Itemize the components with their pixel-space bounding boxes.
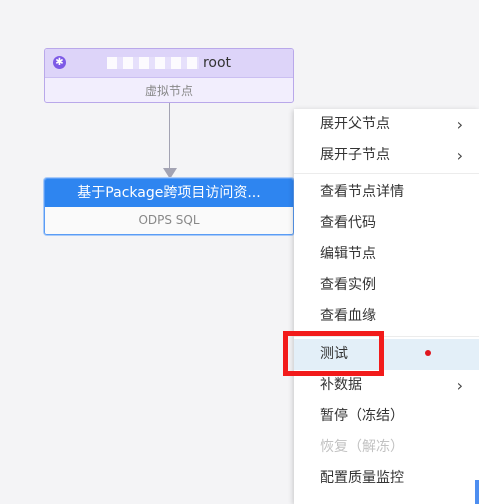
menu-item-label: 配置质量监控 bbox=[320, 470, 404, 486]
root-node-title: root bbox=[202, 55, 232, 71]
sql-node-type: ODPS SQL bbox=[45, 207, 293, 234]
root-node-header: ✱ root bbox=[45, 49, 293, 78]
menu-item-label: 恢复（解冻） bbox=[320, 439, 404, 455]
edge-scroll-indicator bbox=[475, 480, 479, 504]
context-menu: 展开父节点 › 展开子节点 › 查看节点详情 查看代码 编辑节点 查看实例 查看… bbox=[294, 109, 479, 504]
annotation-highlight-box bbox=[283, 331, 384, 376]
sql-node-title: 基于Package跨项目访问资... bbox=[45, 179, 293, 207]
menu-item-label: 查看血缘 bbox=[320, 308, 376, 324]
root-node-type: 虚拟节点 bbox=[144, 84, 193, 98]
menu-item-view-details[interactable]: 查看节点详情 bbox=[294, 177, 479, 208]
menu-divider bbox=[294, 173, 479, 174]
virtual-root-node[interactable]: ✱ root 虚拟节点 bbox=[44, 48, 294, 103]
dependency-edge bbox=[169, 103, 170, 169]
asterisk-icon: ✱ bbox=[53, 56, 66, 69]
menu-item-label: 查看节点详情 bbox=[320, 184, 404, 200]
menu-item-edit-node[interactable]: 编辑节点 bbox=[294, 239, 479, 270]
annotation-dot bbox=[425, 350, 431, 356]
chevron-right-icon: › bbox=[456, 376, 463, 395]
menu-item-expand-parents[interactable]: 展开父节点 › bbox=[294, 109, 479, 140]
menu-item-label: 编辑节点 bbox=[320, 246, 376, 262]
menu-item-expand-children[interactable]: 展开子节点 › bbox=[294, 140, 479, 171]
menu-item-label: 展开子节点 bbox=[320, 147, 390, 163]
menu-item-view-instances[interactable]: 查看实例 bbox=[294, 270, 479, 301]
menu-item-quality-monitor[interactable]: 配置质量监控 bbox=[294, 463, 479, 494]
chevron-right-icon: › bbox=[456, 115, 463, 134]
menu-item-view-code[interactable]: 查看代码 bbox=[294, 208, 479, 239]
menu-item-label: 补数据 bbox=[320, 377, 362, 393]
menu-item-label: 查看代码 bbox=[320, 215, 376, 231]
redacted-name bbox=[106, 57, 199, 69]
chevron-right-icon: › bbox=[456, 146, 463, 165]
menu-item-label: 展开父节点 bbox=[320, 116, 390, 132]
menu-item-resume: 恢复（解冻） bbox=[294, 432, 479, 463]
menu-item-label: 查看实例 bbox=[320, 277, 376, 293]
menu-item-label: 暂停（冻结） bbox=[320, 408, 404, 424]
sql-task-node[interactable]: 基于Package跨项目访问资... ODPS SQL bbox=[44, 178, 294, 235]
menu-item-view-lineage[interactable]: 查看血缘 bbox=[294, 301, 479, 332]
menu-item-pause[interactable]: 暂停（冻结） bbox=[294, 401, 479, 432]
